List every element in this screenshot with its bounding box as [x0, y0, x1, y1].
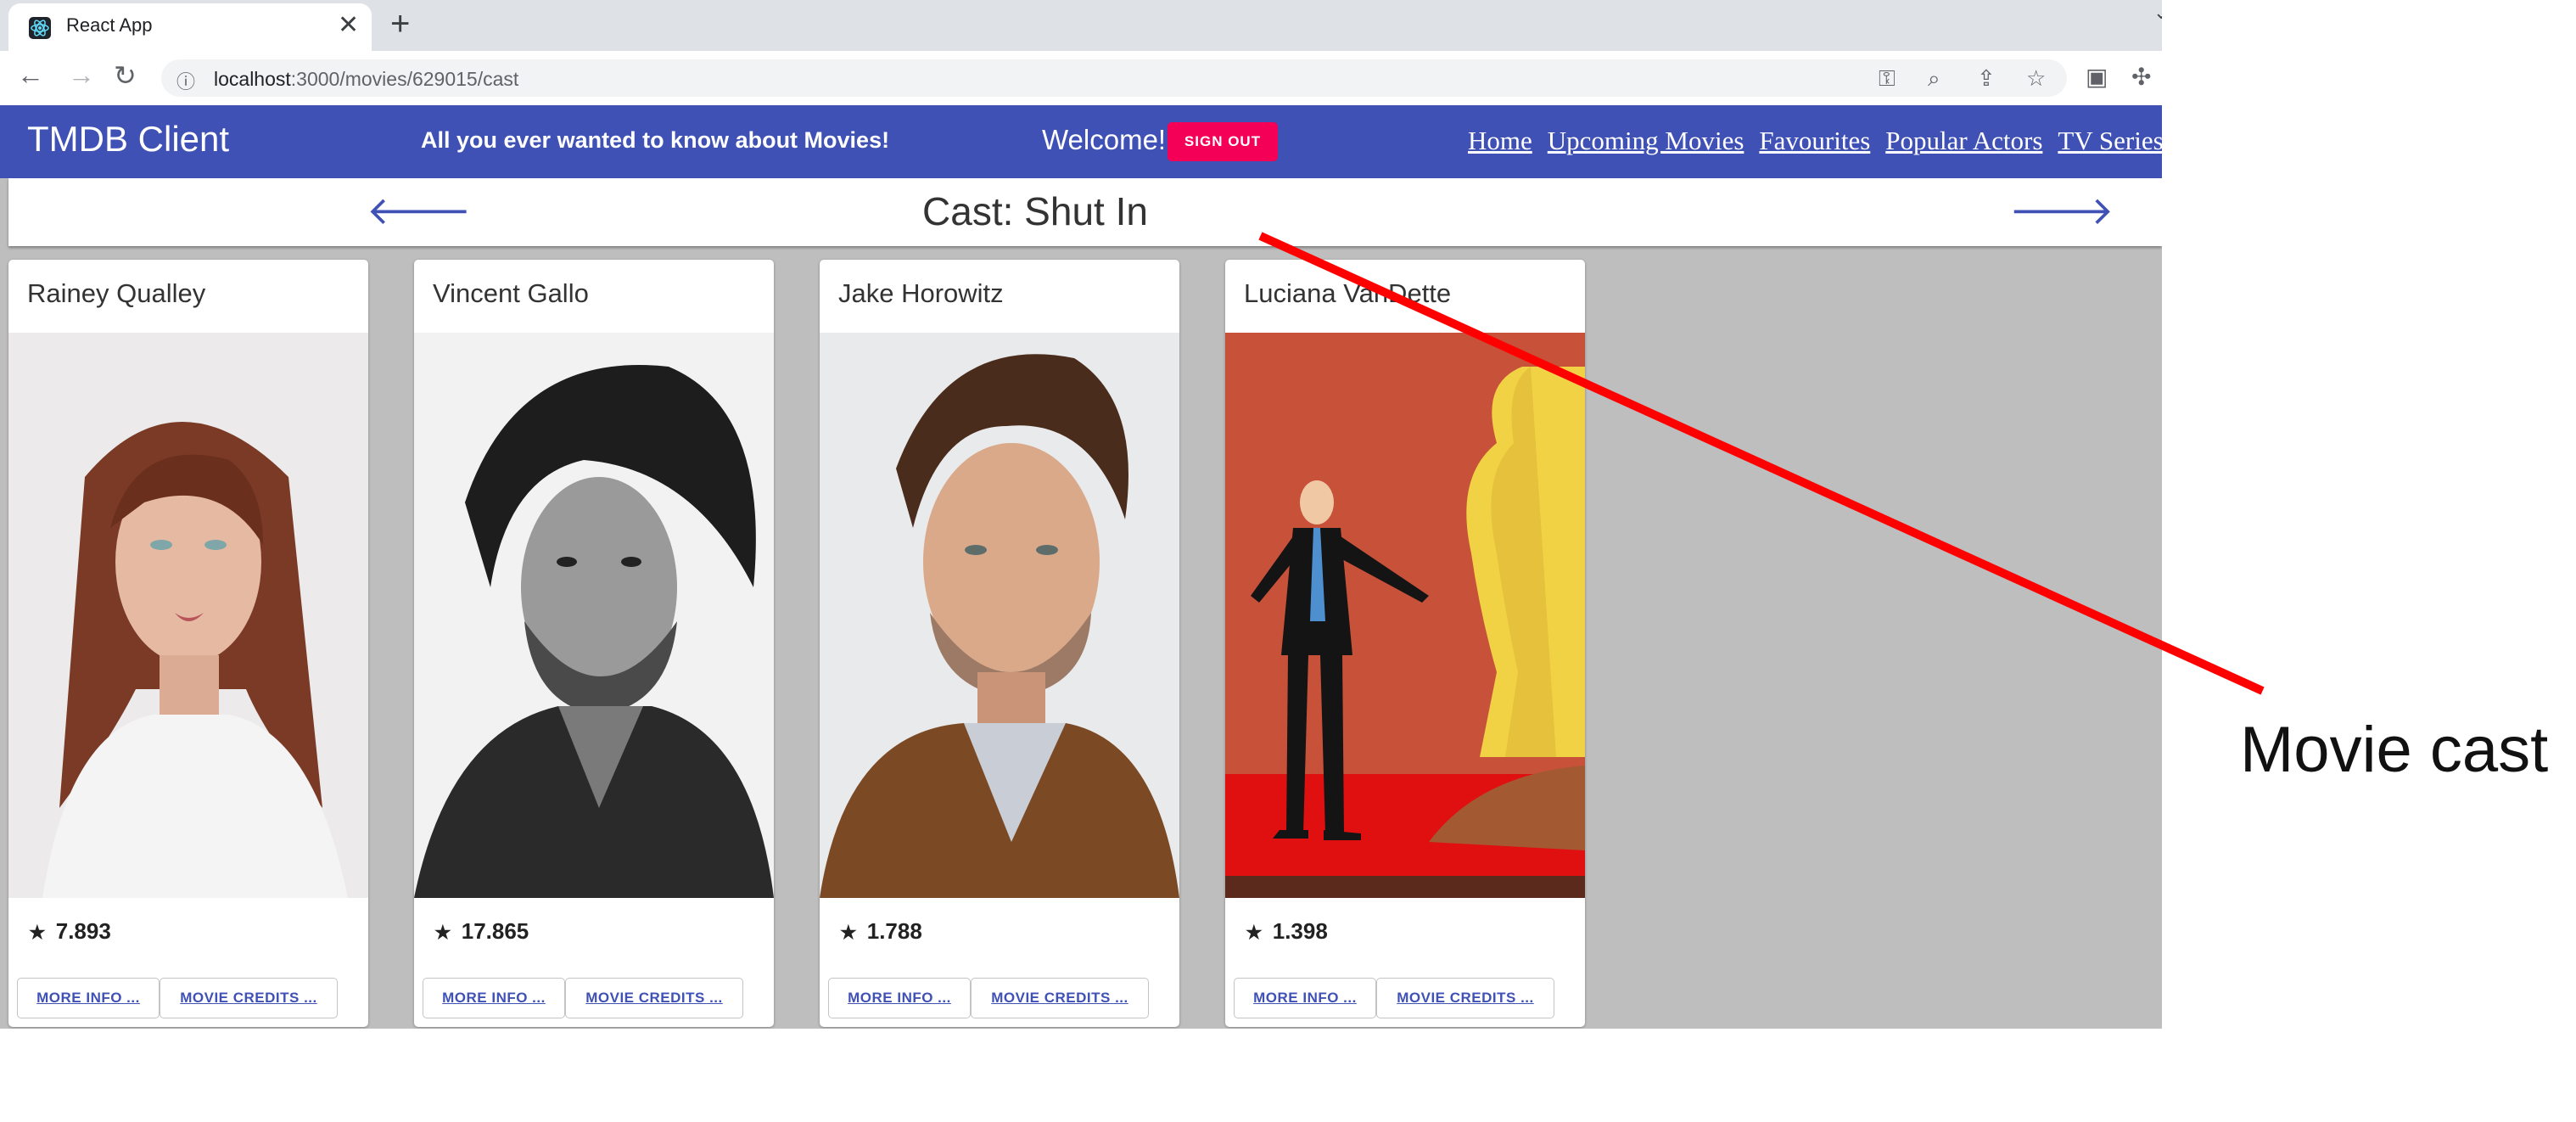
cast-name: Vincent Gallo [433, 278, 589, 308]
tab-title: React App [66, 14, 153, 36]
cast-name: Rainey Qualley [27, 278, 206, 308]
cast-name: Jake Horowitz [838, 278, 1004, 308]
tab-strip: React App ✕ + ⌄ [0, 0, 2162, 51]
extension-icon[interactable]: ▣ [2086, 63, 2108, 91]
new-tab-icon[interactable]: + [390, 5, 410, 43]
actor-photo [414, 333, 774, 898]
star-icon: ★ [434, 922, 451, 943]
arrow-forward-icon[interactable]: 🡒 [2009, 187, 2114, 234]
share-icon[interactable]: ⇪ [1977, 65, 1996, 92]
more-info-button[interactable]: MORE INFO ... [423, 978, 565, 1018]
cast-name: Luciana VanDette [1244, 278, 1452, 308]
more-info-button[interactable]: MORE INFO ... [828, 978, 971, 1018]
puzzle-icon[interactable]: ✣ [2131, 63, 2151, 91]
welcome-text: Welcome! [1042, 124, 1167, 155]
menu-upcoming-link[interactable]: Upcoming Movies [1548, 126, 1744, 155]
menu-tv-series-link[interactable]: TV Series [2058, 126, 2162, 155]
url-text[interactable]: localhost:3000/movies/629015/cast [214, 68, 518, 91]
popularity-rating: ★ 1.788 [840, 918, 922, 944]
movie-credits-button[interactable]: MOVIE CREDITS ... [565, 978, 743, 1018]
page-title: Cast: Shut In [922, 189, 1148, 233]
movie-credits-button[interactable]: MOVIE CREDITS ... [160, 978, 338, 1018]
react-favicon-icon [29, 17, 51, 39]
menu-home-link[interactable]: Home [1468, 126, 1532, 155]
browser-toolbar: ← → ↻ ⓘ localhost:3000/movies/629015/cas… [0, 51, 2162, 106]
tab-search-chevron-icon[interactable]: ⌄ [2153, 2, 2162, 24]
cast-card: Rainey Qualley ★ 7.893 MORE INFO ... MOVI… [8, 260, 368, 1027]
back-icon[interactable]: ← [17, 59, 44, 91]
placeholder-illustration [1225, 333, 1585, 898]
main-menu: Home Upcoming Movies Favourites Popular Act… [1468, 126, 2162, 156]
tab-close-icon[interactable]: ✕ [338, 10, 359, 40]
cast-card: Vincent Gallo ★ 17.865 MORE INFO ... MOVI… [414, 260, 774, 1027]
actor-photo [820, 333, 1179, 898]
star-icon: ★ [840, 922, 857, 943]
bookmark-star-icon[interactable]: ☆ [2026, 65, 2046, 92]
cast-card: Luciana VanDette ★ 1.398 MORE INFO ... MO… [1225, 260, 1585, 1027]
more-info-button[interactable]: MORE INFO ... [17, 978, 160, 1018]
key-icon[interactable]: ⚿ [1879, 65, 1896, 93]
menu-popular-actors-link[interactable]: Popular Actors [1885, 126, 2042, 155]
movie-credits-button[interactable]: MOVIE CREDITS ... [971, 978, 1149, 1018]
app-tagline: All you ever wanted to know about Movies… [421, 127, 890, 153]
more-info-button[interactable]: MORE INFO ... [1234, 978, 1376, 1018]
movie-credits-button[interactable]: MOVIE CREDITS ... [1376, 978, 1554, 1018]
address-bar[interactable]: ⓘ localhost:3000/movies/629015/cast ⚿ ⌕ … [161, 59, 2067, 97]
menu-favourites-link[interactable]: Favourites [1759, 126, 1870, 155]
star-icon: ★ [29, 922, 46, 943]
site-info-icon[interactable]: ⓘ [176, 67, 195, 94]
browser-window: React App ✕ + ⌄ ← → ↻ ⓘ localhost:3000/m… [0, 0, 2162, 1029]
cast-card: Jake Horowitz ★ 1.788 MORE INFO ... MOVIE… [820, 260, 1179, 1027]
app-bar: TMDB Client All you ever wanted to know … [0, 105, 2162, 178]
popularity-rating: ★ 17.865 [434, 918, 529, 944]
forward-icon[interactable]: → [68, 59, 95, 91]
reload-icon[interactable]: ↻ [114, 59, 137, 92]
popularity-rating: ★ 7.893 [29, 918, 111, 944]
annotation-label: Movie cast [2240, 714, 2549, 786]
page-header: 🡐 Cast: Shut In 🡒 [8, 178, 2162, 246]
popularity-rating: ★ 1.398 [1246, 918, 1328, 944]
star-icon: ★ [1246, 922, 1263, 943]
zoom-icon[interactable]: ⌕ [1928, 65, 1940, 93]
app-brand: TMDB Client [27, 119, 230, 159]
sign-out-button[interactable]: Sign Out [1168, 122, 1278, 161]
browser-tab[interactable]: React App ✕ [8, 3, 372, 51]
actor-photo [8, 333, 368, 898]
